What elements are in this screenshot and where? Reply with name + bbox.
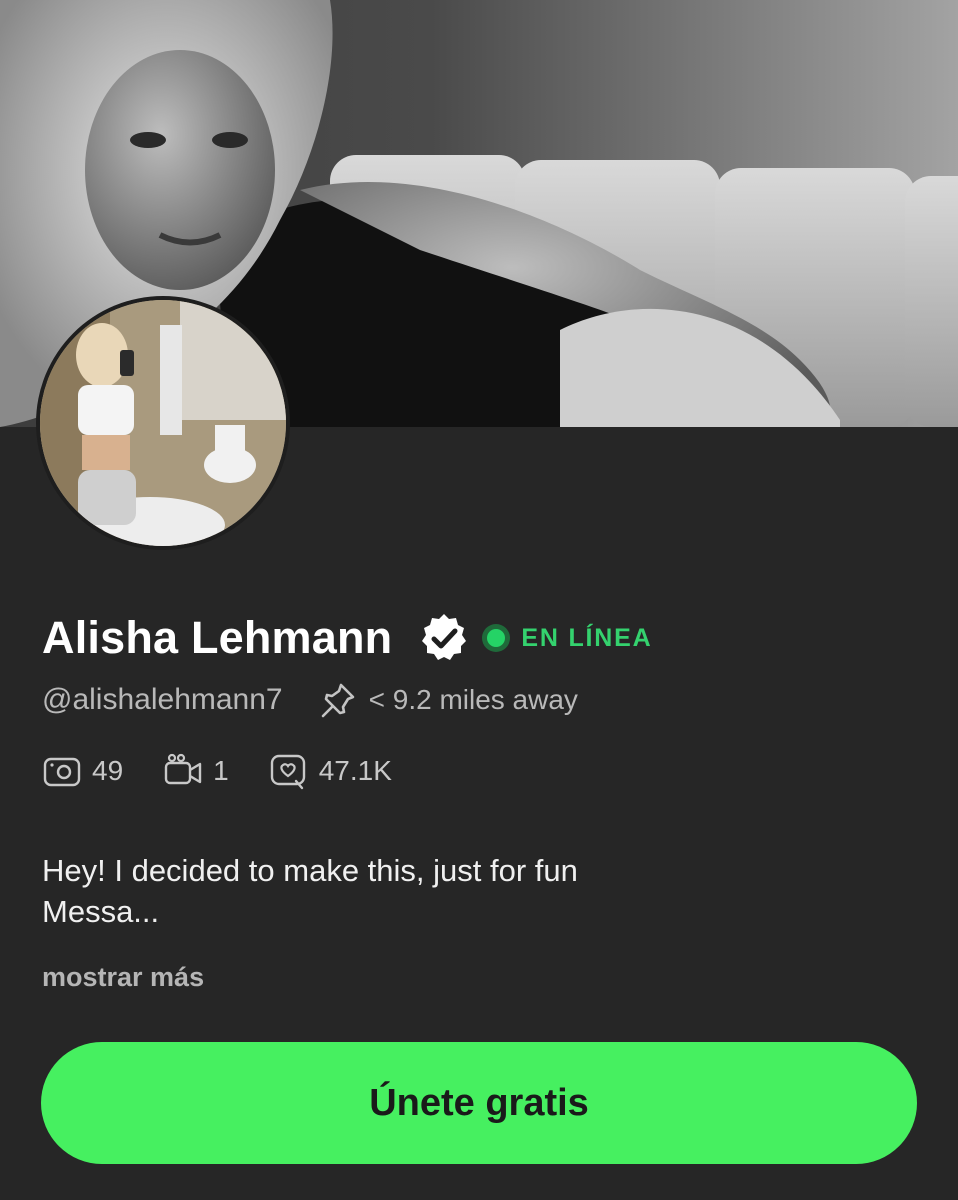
profile-header: Alisha Lehmann EN LÍNEA <box>42 608 652 668</box>
avatar-photo <box>40 300 286 546</box>
stat-likes-count: 47.1K <box>318 755 392 786</box>
show-more-link[interactable]: mostrar más <box>42 962 204 993</box>
profile-meta: @alishalehmann7 < 9.2 miles away <box>42 678 578 722</box>
join-free-label: Únete gratis <box>369 1081 589 1124</box>
video-icon <box>164 753 202 785</box>
stats-row: 49 1 47.1K <box>42 750 432 792</box>
online-status: EN LÍNEA <box>482 624 652 653</box>
camera-icon <box>43 757 81 787</box>
stat-videos-count: 1 <box>213 755 229 786</box>
online-status-label: EN LÍNEA <box>521 623 653 652</box>
bio-line: Messa... <box>42 894 160 929</box>
stat-videos[interactable]: 1 <box>163 751 229 791</box>
likes-icon <box>270 754 305 790</box>
pin-icon <box>317 679 359 721</box>
bio-line: Hey! I decided to make this, just for fu… <box>42 853 578 888</box>
distance-text: < 9.2 miles away <box>368 684 578 715</box>
online-dot-icon <box>482 624 511 652</box>
avatar[interactable] <box>36 296 290 550</box>
verified-badge-icon <box>418 612 470 664</box>
profile-bio: Hey! I decided to make this, just for fu… <box>42 850 842 932</box>
stat-photos[interactable]: 49 <box>42 751 123 791</box>
profile-handle: @alishalehmann7 <box>42 683 283 716</box>
profile-page: Alisha Lehmann EN LÍNEA @alishalehmann7 … <box>0 0 958 1200</box>
stat-photos-count: 49 <box>92 755 124 786</box>
join-free-button[interactable]: Únete gratis <box>41 1042 917 1164</box>
stat-likes[interactable]: 47.1K <box>269 751 392 791</box>
profile-name: Alisha Lehmann <box>42 612 393 663</box>
